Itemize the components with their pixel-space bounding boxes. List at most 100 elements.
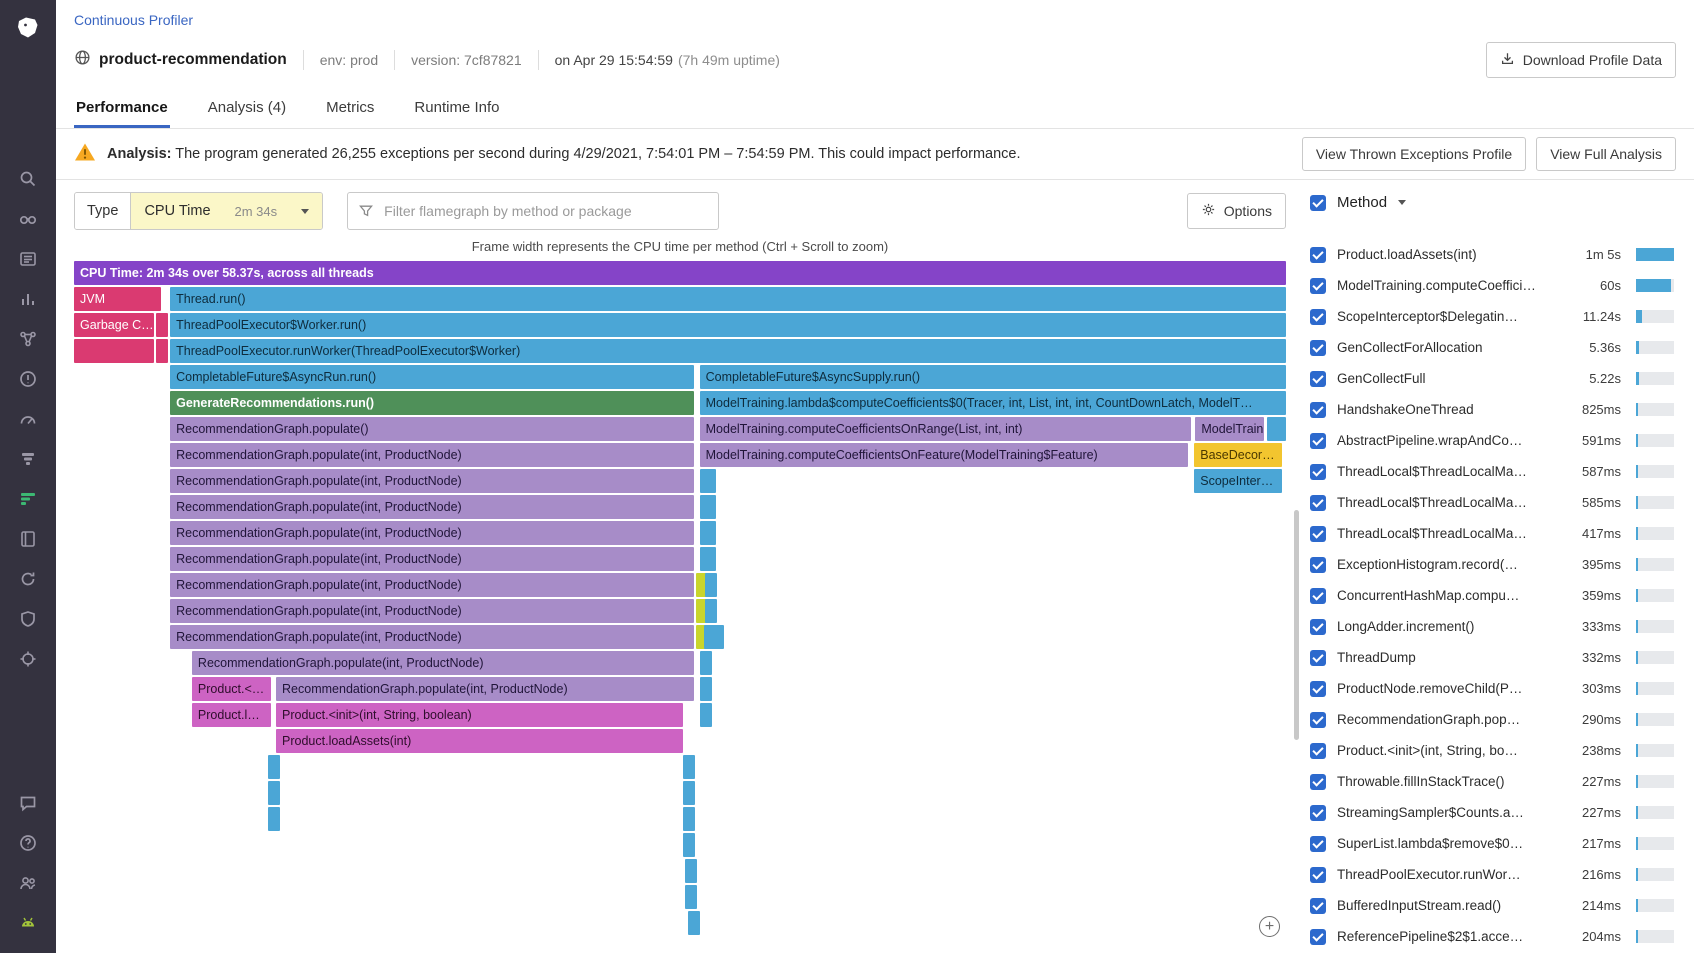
flamegraph-filter-input[interactable] — [347, 192, 719, 230]
method-checkbox[interactable] — [1310, 340, 1326, 356]
chat-icon[interactable] — [9, 784, 47, 822]
method-checkbox[interactable] — [1310, 402, 1326, 418]
flame-frame[interactable] — [700, 469, 716, 493]
method-checkbox[interactable] — [1310, 619, 1326, 635]
flame-frame[interactable] — [700, 677, 712, 701]
flame-frame[interactable]: Thread.run() — [170, 287, 1286, 311]
flame-frame[interactable]: Product.<init>(int, String, boolean) — [276, 703, 683, 727]
flame-frame[interactable] — [683, 755, 695, 779]
method-checkbox[interactable] — [1310, 867, 1326, 883]
flame-frame[interactable] — [268, 781, 280, 805]
tab-metrics[interactable]: Metrics — [324, 90, 376, 128]
metrics-icon[interactable] — [9, 280, 47, 318]
flame-frame[interactable]: CPU Time: 2m 34s over 58.37s, across all… — [74, 261, 1286, 285]
flame-frame[interactable] — [683, 807, 695, 831]
method-checkbox[interactable] — [1310, 526, 1326, 542]
method-checkbox[interactable] — [1310, 712, 1326, 728]
apm-icon[interactable] — [9, 440, 47, 478]
flame-frame[interactable] — [700, 547, 716, 571]
method-checkbox[interactable] — [1310, 836, 1326, 852]
flame-frame[interactable]: RecommendationGraph.populate(int, Produc… — [170, 521, 694, 545]
flame-frame[interactable]: Garbage C… — [74, 313, 154, 337]
tab-analysis[interactable]: Analysis (4) — [206, 90, 288, 128]
flame-frame[interactable]: ModelTraining.computeCoefficientsOnFeatu… — [700, 443, 1188, 467]
flame-frame[interactable]: BaseDecor… — [1194, 443, 1281, 467]
tab-performance[interactable]: Performance — [74, 90, 170, 128]
profile-type-select[interactable]: Type CPU Time 2m 34s — [74, 192, 323, 230]
flame-frame[interactable] — [700, 651, 712, 675]
flamegraph-scrollbar[interactable] — [1294, 510, 1299, 740]
flame-frame[interactable] — [705, 573, 717, 597]
chevron-down-icon[interactable] — [1398, 200, 1406, 205]
flame-frame[interactable]: ModelTrain… — [1195, 417, 1264, 441]
tab-runtime-info[interactable]: Runtime Info — [412, 90, 501, 128]
flame-frame[interactable] — [685, 859, 697, 883]
method-checkbox[interactable] — [1310, 774, 1326, 790]
flame-frame[interactable] — [705, 599, 717, 623]
flame-frame[interactable] — [712, 625, 724, 649]
flame-frame[interactable]: Product.loadAssets(int) — [276, 729, 683, 753]
flame-frame[interactable] — [685, 885, 697, 909]
dashboards-icon[interactable] — [9, 400, 47, 438]
method-checkbox[interactable] — [1310, 557, 1326, 573]
network-icon[interactable] — [9, 320, 47, 358]
error-tracking-icon[interactable] — [9, 360, 47, 398]
flame-frame[interactable] — [268, 755, 280, 779]
watchdog-icon[interactable] — [9, 200, 47, 238]
method-select-all-checkbox[interactable] — [1310, 195, 1326, 211]
flame-frame[interactable]: ThreadPoolExecutor.runWorker(ThreadPoolE… — [170, 339, 1286, 363]
method-checkbox[interactable] — [1310, 588, 1326, 604]
ci-icon[interactable] — [9, 560, 47, 598]
method-checkbox[interactable] — [1310, 464, 1326, 480]
flame-frame[interactable] — [683, 781, 695, 805]
method-checkbox[interactable] — [1310, 805, 1326, 821]
flame-frame[interactable]: RecommendationGraph.populate(int, Produc… — [170, 443, 694, 467]
flame-frame[interactable]: CompletableFuture$AsyncRun.run() — [170, 365, 694, 389]
method-checkbox[interactable] — [1310, 433, 1326, 449]
users-icon[interactable] — [9, 864, 47, 902]
view-full-analysis-button[interactable]: View Full Analysis — [1536, 137, 1676, 171]
flame-frame[interactable] — [268, 807, 280, 831]
flame-frame[interactable] — [156, 339, 168, 363]
method-checkbox[interactable] — [1310, 743, 1326, 759]
options-button[interactable]: Options — [1187, 193, 1286, 229]
flame-frame[interactable]: CompletableFuture$AsyncSupply.run() — [700, 365, 1286, 389]
flame-frame[interactable] — [74, 339, 154, 363]
zoom-reset-button[interactable]: + — [1259, 916, 1280, 937]
flame-frame[interactable]: RecommendationGraph.populate(int, Produc… — [170, 495, 694, 519]
flame-frame[interactable]: RecommendationGraph.populate(int, Produc… — [170, 469, 694, 493]
profiler-icon[interactable] — [9, 480, 47, 518]
flame-frame[interactable] — [683, 833, 695, 857]
flame-frame[interactable]: ModelTraining.computeCoefficientsOnRange… — [700, 417, 1191, 441]
flame-frame[interactable]: RecommendationGraph.populate(int, Produc… — [170, 599, 694, 623]
security-icon[interactable] — [9, 600, 47, 638]
notebooks-icon[interactable] — [9, 520, 47, 558]
flame-frame[interactable]: RecommendationGraph.populate(int, Produc… — [192, 651, 694, 675]
flame-frame[interactable]: ModelTraining.lambda$computeCoefficients… — [700, 391, 1286, 415]
flame-frame[interactable] — [700, 495, 716, 519]
flame-frame[interactable] — [688, 911, 700, 935]
flame-frame[interactable]: Product.l… — [192, 703, 271, 727]
breadcrumb-continuous-profiler[interactable]: Continuous Profiler — [74, 12, 193, 28]
flame-frame[interactable] — [1267, 417, 1286, 441]
method-checkbox[interactable] — [1310, 929, 1326, 945]
flame-frame[interactable]: GenerateRecommendations.run() — [170, 391, 694, 415]
flame-frame[interactable]: Product.<… — [192, 677, 271, 701]
flame-frame[interactable]: ThreadPoolExecutor$Worker.run() — [170, 313, 1286, 337]
flame-frame[interactable]: RecommendationGraph.populate() — [170, 417, 694, 441]
flame-frame[interactable]: RecommendationGraph.populate(int, Produc… — [170, 547, 694, 571]
datadog-logo-icon[interactable] — [9, 9, 47, 47]
method-checkbox[interactable] — [1310, 247, 1326, 263]
flame-frame[interactable]: ScopeInter… — [1194, 469, 1281, 493]
method-checkbox[interactable] — [1310, 278, 1326, 294]
method-checkbox[interactable] — [1310, 681, 1326, 697]
flame-frame[interactable] — [700, 703, 712, 727]
flame-frame[interactable] — [700, 521, 716, 545]
method-checkbox[interactable] — [1310, 898, 1326, 914]
download-profile-button[interactable]: Download Profile Data — [1486, 42, 1676, 78]
view-thrown-exceptions-button[interactable]: View Thrown Exceptions Profile — [1302, 137, 1526, 171]
flame-frame[interactable]: JVM — [74, 287, 161, 311]
flame-frame[interactable] — [156, 313, 168, 337]
flame-frame[interactable]: RecommendationGraph.populate(int, Produc… — [276, 677, 694, 701]
android-icon[interactable] — [9, 904, 47, 942]
